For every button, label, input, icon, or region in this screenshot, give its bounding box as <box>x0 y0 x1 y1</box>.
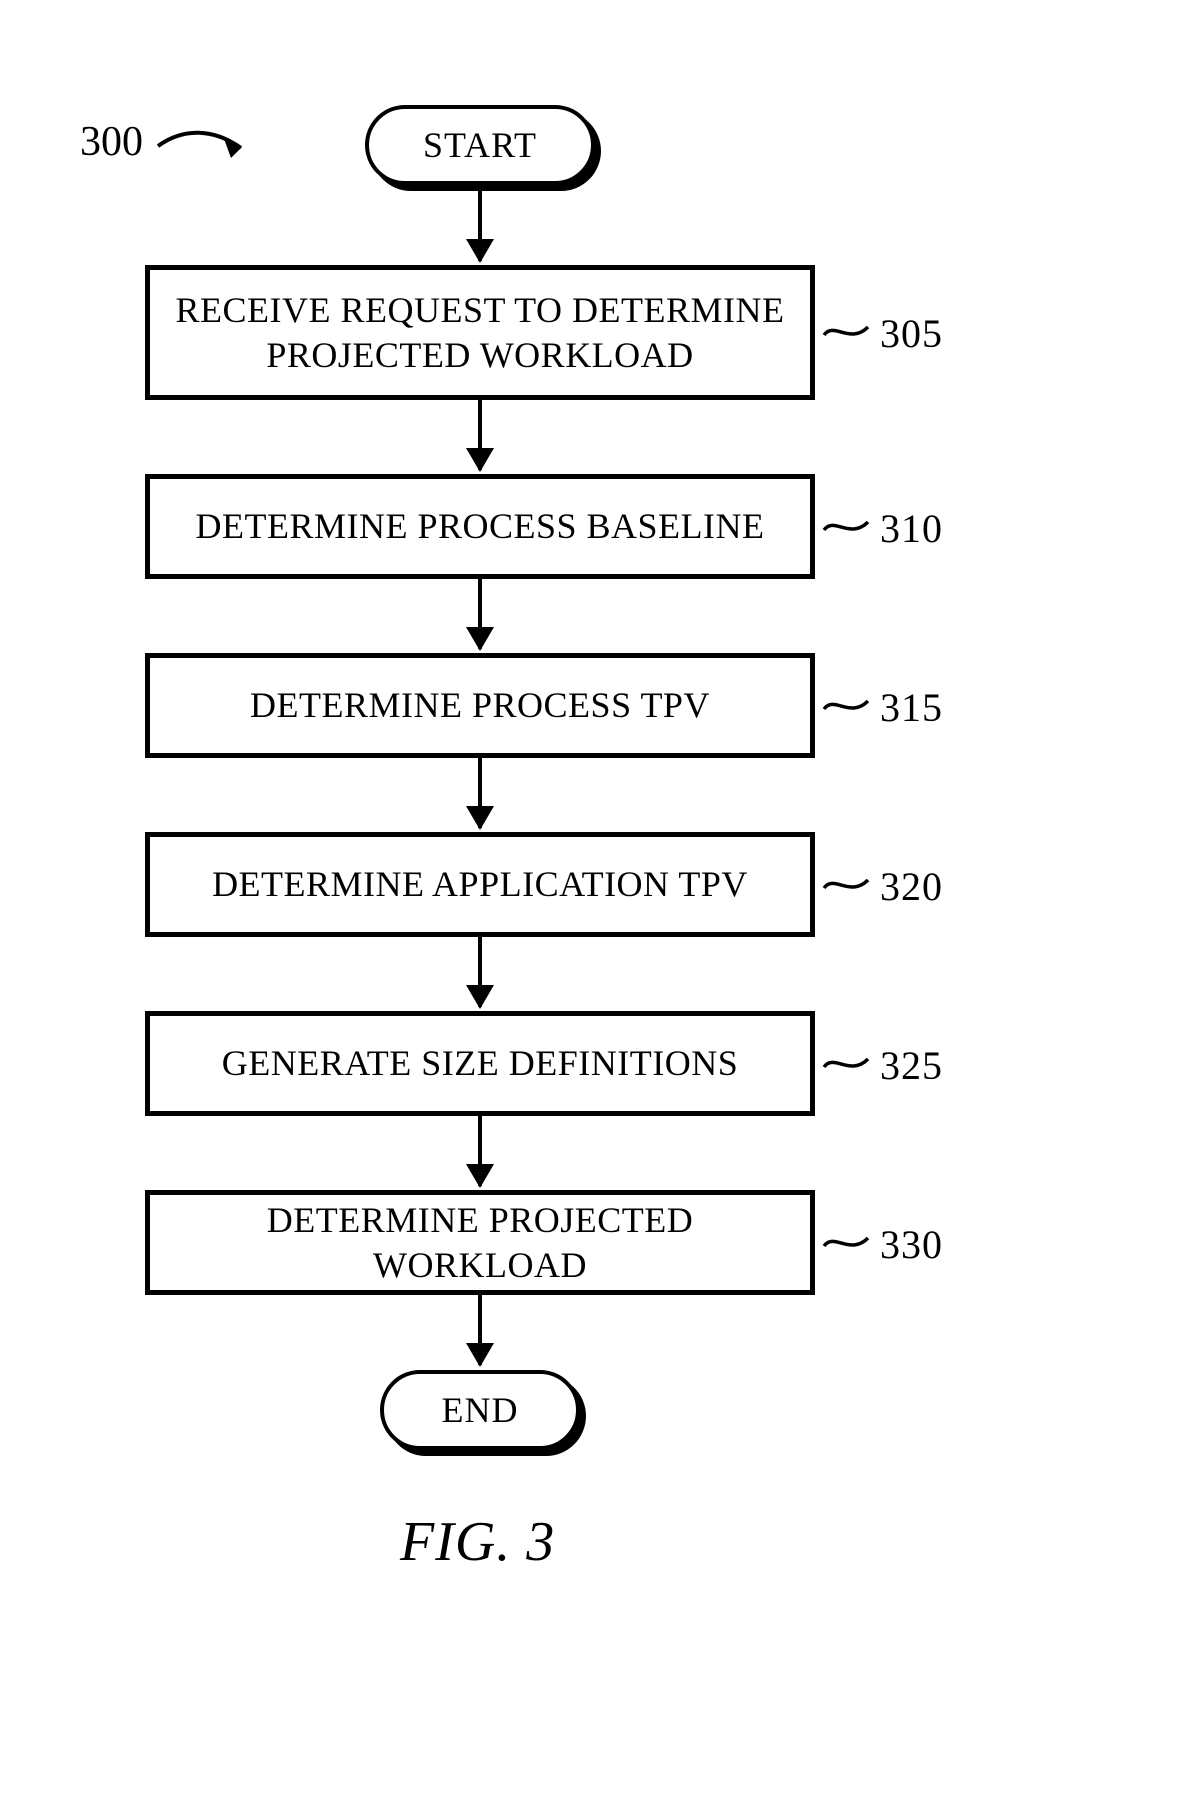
arrow-start-to-305 <box>478 191 482 261</box>
ref-connector-310 <box>822 510 872 540</box>
figure-ref-arrow <box>153 118 263 178</box>
process-330-text: DETERMINE PROJECTED WORKLOAD <box>170 1198 790 1288</box>
arrow-310-to-315 <box>478 579 482 649</box>
process-315-text: DETERMINE PROCESS TPV <box>250 683 710 728</box>
process-315: DETERMINE PROCESS TPV <box>145 653 815 758</box>
arrow-325-to-330 <box>478 1116 482 1186</box>
flowchart-canvas: 300 START RECEIVE REQUEST TO DETERMINE P… <box>0 0 1195 1811</box>
ref-310: 310 <box>880 505 943 552</box>
ref-330: 330 <box>880 1221 943 1268</box>
ref-305: 305 <box>880 310 943 357</box>
ref-connector-325 <box>822 1047 872 1077</box>
figure-caption: FIG. 3 <box>400 1510 555 1574</box>
process-330: DETERMINE PROJECTED WORKLOAD <box>145 1190 815 1295</box>
arrow-320-to-325 <box>478 937 482 1007</box>
process-305: RECEIVE REQUEST TO DETERMINE PROJECTED W… <box>145 265 815 400</box>
process-310: DETERMINE PROCESS BASELINE <box>145 474 815 579</box>
process-320: DETERMINE APPLICATION TPV <box>145 832 815 937</box>
arrow-330-to-end <box>478 1295 482 1365</box>
process-320-text: DETERMINE APPLICATION TPV <box>212 862 748 907</box>
terminator-end-label: END <box>442 1389 519 1431</box>
arrow-315-to-320 <box>478 758 482 828</box>
process-305-text: RECEIVE REQUEST TO DETERMINE PROJECTED W… <box>170 288 790 378</box>
terminator-start-label: START <box>423 124 537 166</box>
process-325-text: GENERATE SIZE DEFINITIONS <box>222 1041 738 1086</box>
arrow-305-to-310 <box>478 400 482 470</box>
terminator-end: END <box>380 1370 580 1450</box>
ref-connector-320 <box>822 868 872 898</box>
ref-320: 320 <box>880 863 943 910</box>
ref-315: 315 <box>880 684 943 731</box>
process-325: GENERATE SIZE DEFINITIONS <box>145 1011 815 1116</box>
ref-connector-315 <box>822 689 872 719</box>
figure-ref-300: 300 <box>80 118 143 166</box>
ref-connector-305 <box>822 315 872 345</box>
ref-connector-330 <box>822 1226 872 1256</box>
process-310-text: DETERMINE PROCESS BASELINE <box>195 504 764 549</box>
ref-325: 325 <box>880 1042 943 1089</box>
terminator-start: START <box>365 105 595 185</box>
